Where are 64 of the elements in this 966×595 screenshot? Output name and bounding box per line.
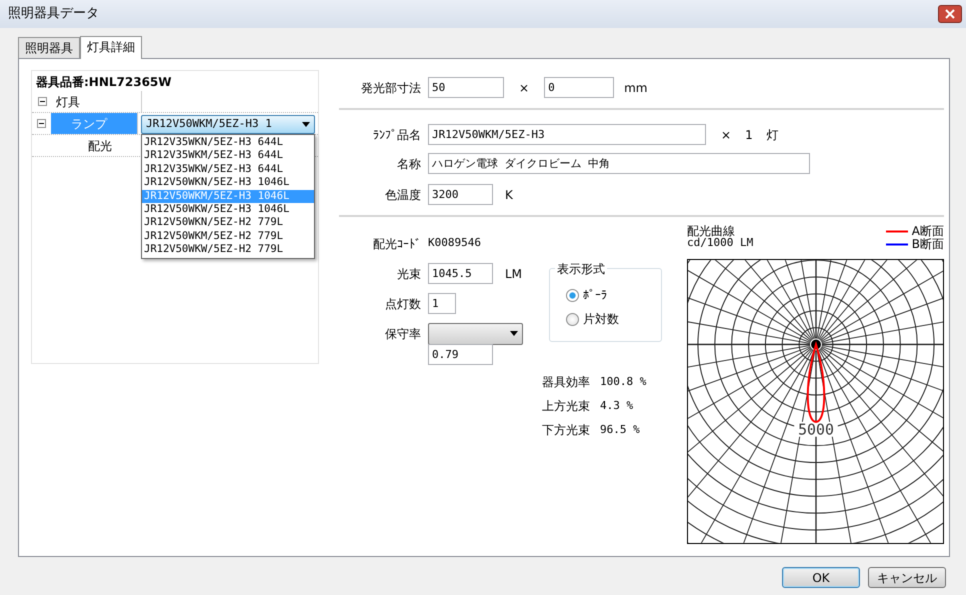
legend-label: B断面 — [912, 238, 944, 251]
input-field[interactable]: 1045.5 — [428, 263, 493, 284]
close-icon — [945, 9, 955, 19]
dropdown-option[interactable]: JR12V50WKN/5EZ-H2 779L — [142, 216, 314, 230]
tab[interactable]: 灯具詳細 — [80, 36, 142, 59]
input-field[interactable]: 0.79 — [428, 344, 493, 365]
times-sign: × — [721, 126, 732, 144]
lamp-combo[interactable]: JR12V50WKM/5EZ-H3 1 — [141, 115, 315, 134]
radio-button[interactable] — [566, 312, 579, 326]
input-field[interactable]: 3200 — [428, 184, 493, 205]
input-field[interactable]: 50 — [428, 77, 504, 98]
radio-button[interactable] — [566, 288, 579, 302]
field-label: 光束 — [396, 266, 421, 282]
scale-label: 5000 — [798, 420, 834, 439]
lamp-count: 1 — [745, 126, 753, 144]
group-title: 表示形式 — [555, 260, 607, 278]
tree-item[interactable]: 灯具 — [52, 90, 84, 112]
stat-value: 96.5 % — [600, 422, 640, 438]
tab[interactable]: 照明器具 — [18, 37, 80, 58]
field-label: 点灯数 — [384, 296, 421, 312]
maintenance-combo[interactable] — [428, 322, 523, 344]
dropdown-option[interactable]: JR12V50WKW/5EZ-H2 779L — [142, 243, 314, 257]
dropdown-option[interactable]: JR12V35WKW/5EZ-H3 644L — [142, 162, 314, 176]
stat-label: 上方光束 — [542, 398, 590, 415]
window-title: 照明器具データ — [8, 5, 99, 24]
field-label: 保守率 — [384, 326, 421, 342]
radio-label: 片対数 — [583, 311, 619, 328]
field-label: 名称 — [396, 156, 421, 172]
field-label: 色温度 — [384, 186, 421, 204]
unit-label: K — [505, 186, 513, 204]
stat-value: 100.8 % — [600, 374, 646, 390]
collapse-icon[interactable] — [38, 97, 46, 106]
legend-label: A断面 — [912, 225, 944, 238]
input-field[interactable]: 0 — [544, 77, 614, 98]
input-field[interactable]: 1 — [428, 293, 456, 314]
times-sign: × — [519, 80, 530, 96]
dialog-button[interactable]: OK — [782, 567, 860, 588]
unit-label: LM — [505, 266, 522, 282]
stat-label: 器具効率 — [542, 374, 590, 391]
stat-value: 4.3 % — [600, 398, 634, 414]
dropdown-option[interactable]: JR12V35WKN/5EZ-H3 644L — [142, 136, 314, 150]
plot-unit: cd/1000 LM — [687, 237, 754, 249]
dropdown-option[interactable]: JR12V50WKN/5EZ-H3 1046L — [142, 176, 314, 190]
plot-title: 配光曲線 — [687, 225, 736, 237]
unit-label: 灯 — [766, 126, 779, 144]
collapse-icon[interactable] — [37, 119, 46, 128]
caret-icon — [510, 331, 518, 336]
radio-label: ﾎﾟｰﾗ — [583, 287, 607, 304]
dropdown-option[interactable]: JR12V50WKW/5EZ-H3 1046L — [142, 203, 314, 216]
dialog-button[interactable]: キャンセル — [868, 567, 946, 588]
caret-icon — [302, 122, 310, 127]
field-label: ﾗﾝﾌﾟ品名 — [372, 126, 421, 144]
input-field[interactable]: JR12V50WKM/5EZ-H3 — [428, 124, 706, 145]
field-label: 発光部寸法 — [360, 80, 421, 96]
code-value: K0089546 — [428, 235, 481, 252]
unit-label: mm — [624, 80, 648, 96]
tree-item[interactable]: 配光 — [84, 134, 116, 156]
dropdown-option[interactable]: JR12V50WKM/5EZ-H2 779L — [142, 230, 314, 244]
input-field[interactable]: ハロゲン電球 ダイクロビーム 中角 — [428, 153, 810, 174]
stat-label: 下方光束 — [542, 422, 590, 439]
fixture-code: 器具品番:HNL72365W — [35, 74, 173, 91]
field-label: 配光ｺｰﾄﾞ — [372, 236, 421, 252]
dropdown-option[interactable]: JR12V35WKM/5EZ-H3 644L — [142, 149, 314, 163]
close-button[interactable] — [938, 5, 962, 23]
